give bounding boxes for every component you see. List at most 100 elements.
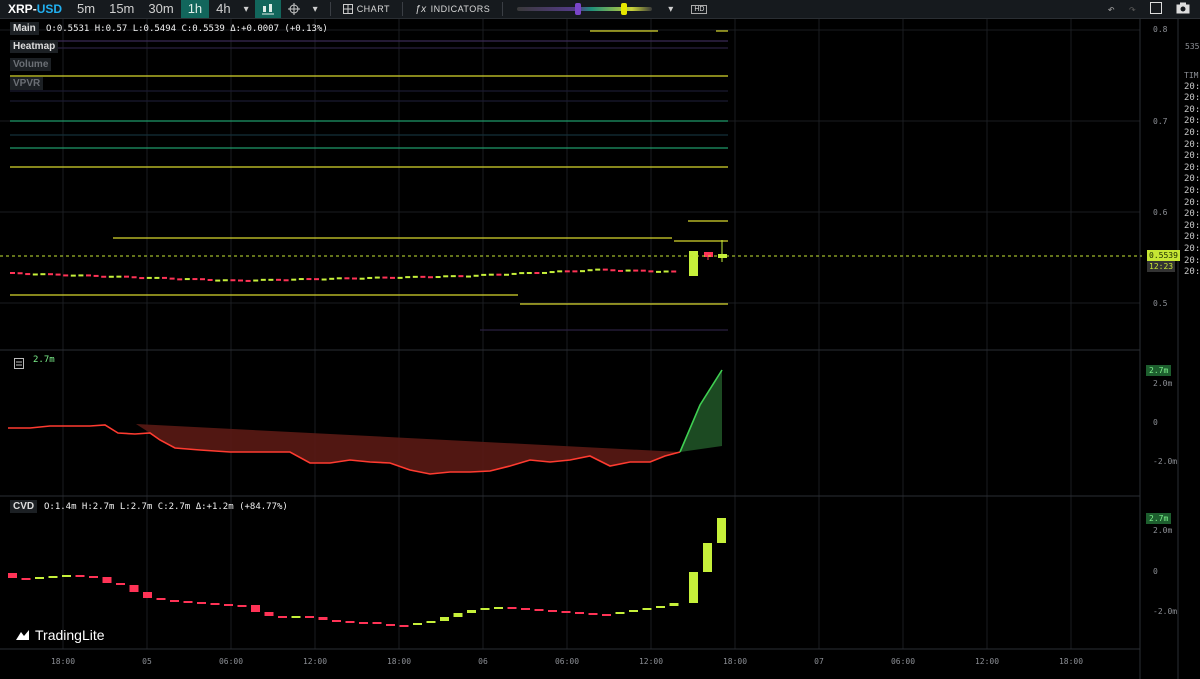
heatmap-slider-high-handle[interactable]	[621, 3, 628, 15]
top-toolbar: XRP-USD 5m 15m 30m 1h 4h ▾ ▾ CHART ƒx IN…	[0, 0, 1200, 19]
cvd-candle	[48, 576, 58, 578]
price-candle	[587, 269, 593, 272]
heatmap-intensity-slider[interactable]	[517, 3, 653, 15]
timeframe-dropdown-chevron-down-icon[interactable]: ▾	[238, 0, 255, 18]
cvd-candle	[89, 576, 98, 578]
cvd-candle	[318, 617, 328, 620]
price-candle	[55, 273, 61, 276]
price-candle	[443, 275, 449, 278]
cvd-candle	[534, 609, 544, 611]
cvd-candle	[453, 613, 463, 617]
price-tick: 0.8	[1153, 25, 1168, 34]
indicators-button-label: INDICATORS	[430, 4, 491, 14]
chart-canvas[interactable]	[0, 19, 1200, 679]
price-tick: 0.6	[1153, 208, 1168, 217]
chart-settings-button[interactable]: CHART	[337, 4, 396, 14]
price-candle	[526, 272, 532, 275]
price-candle	[25, 273, 31, 276]
cvd-candle	[102, 577, 112, 583]
cvd-candle	[224, 604, 233, 606]
price-candle	[200, 278, 205, 281]
timeframe-30m[interactable]: 30m	[141, 0, 180, 18]
cvd-candle	[345, 621, 355, 623]
candle-countdown-badge: 12:23	[1147, 261, 1176, 272]
time-and-sales-list[interactable]: TIM 20: 20: 20: 20: 20: 20: 20: 20: 20: 20: 20: 20:…	[1184, 70, 1200, 279]
cvd-candle	[359, 622, 368, 624]
price-candle	[610, 269, 616, 272]
oi-value-badge: 2.7m	[1146, 365, 1172, 376]
cvd-candle	[561, 611, 571, 613]
timeframe-5m[interactable]: 5m	[70, 0, 102, 18]
price-candle	[557, 270, 563, 273]
cvd-candle	[717, 518, 726, 543]
timeframe-4h[interactable]: 4h	[209, 0, 237, 18]
price-candle	[291, 278, 297, 281]
grid-icon	[342, 4, 353, 14]
function-icon: ƒx	[415, 3, 427, 15]
price-candle	[169, 277, 175, 280]
current-price-badge: 0.5539	[1147, 250, 1180, 261]
price-tick: 0.7	[1153, 117, 1168, 126]
chart-button-label: CHART	[356, 4, 391, 14]
hd-toggle[interactable]: HD	[691, 4, 708, 14]
price-candle	[116, 275, 122, 278]
candle-type-icon[interactable]	[254, 0, 281, 18]
cvd-candle	[494, 607, 503, 609]
time-tick: 06:00	[554, 657, 580, 666]
heatmap-slider-low-handle[interactable]	[575, 3, 582, 15]
price-candle	[519, 272, 525, 275]
indicators-button[interactable]: ƒx INDICATORS	[409, 4, 496, 15]
price-candle	[625, 269, 631, 272]
trade-row: 20:	[1184, 185, 1200, 196]
drawing-tools-icon[interactable]	[281, 0, 307, 18]
heatmap-chevron-down-icon[interactable]: ▾	[662, 0, 679, 18]
oi-indicator-icon[interactable]	[14, 354, 24, 373]
tradinglite-logo-icon	[16, 630, 29, 640]
timeframe-15m[interactable]: 15m	[102, 0, 141, 18]
oi-positive-area	[680, 370, 722, 452]
cvd-candle	[62, 575, 71, 577]
cvd-candle	[507, 607, 517, 609]
cvd-candle	[197, 602, 206, 604]
price-candle	[352, 277, 357, 280]
layout-square-icon[interactable]	[1150, 1, 1162, 17]
price-candle	[450, 275, 456, 278]
cvd-candle	[156, 598, 166, 600]
timeframe-1h[interactable]: 1h	[180, 0, 210, 18]
price-candle	[108, 275, 114, 278]
time-tick: 18:00	[722, 657, 748, 666]
price-candle	[245, 279, 251, 282]
oi-area-series	[8, 369, 723, 475]
logo-text: TradingLite	[35, 627, 105, 643]
camera-icon[interactable]	[1176, 2, 1190, 17]
drawing-tools-chevron-down-icon[interactable]: ▾	[307, 0, 324, 18]
trade-row: 20:	[1184, 209, 1200, 220]
price-candle	[283, 279, 289, 282]
redo-icon[interactable]: ↷	[1129, 2, 1136, 16]
cvd-candle	[210, 603, 220, 605]
price-candle	[656, 270, 661, 273]
cvd-candle	[332, 620, 341, 622]
main-pane-tag[interactable]: Main	[10, 22, 39, 35]
volume-layer-toggle[interactable]: Volume	[10, 58, 52, 71]
oi-tick: -2.0m	[1153, 457, 1178, 466]
cvd-candle	[413, 623, 422, 625]
price-candle	[359, 277, 365, 280]
cvd-pane-tag[interactable]: CVD	[10, 500, 38, 513]
symbol-selector[interactable]: XRP-USD	[0, 2, 70, 16]
oi-negative-area	[136, 424, 680, 474]
undo-icon[interactable]: ↶	[1108, 2, 1115, 16]
cvd-tick: 2.0m	[1153, 526, 1173, 535]
price-candle	[549, 271, 555, 274]
price-candle	[177, 278, 183, 281]
time-tick: 12:00	[302, 657, 328, 666]
price-candle	[382, 276, 388, 279]
price-candle	[131, 276, 137, 279]
heatmap-layer-toggle[interactable]: Heatmap	[10, 40, 59, 53]
price-candle	[306, 278, 312, 281]
time-tick: 12:00	[974, 657, 1000, 666]
price-candle	[534, 272, 540, 275]
toolbar-divider	[329, 2, 331, 16]
vpvr-layer-toggle[interactable]: VPVR	[10, 77, 44, 90]
price-candle	[298, 278, 304, 281]
